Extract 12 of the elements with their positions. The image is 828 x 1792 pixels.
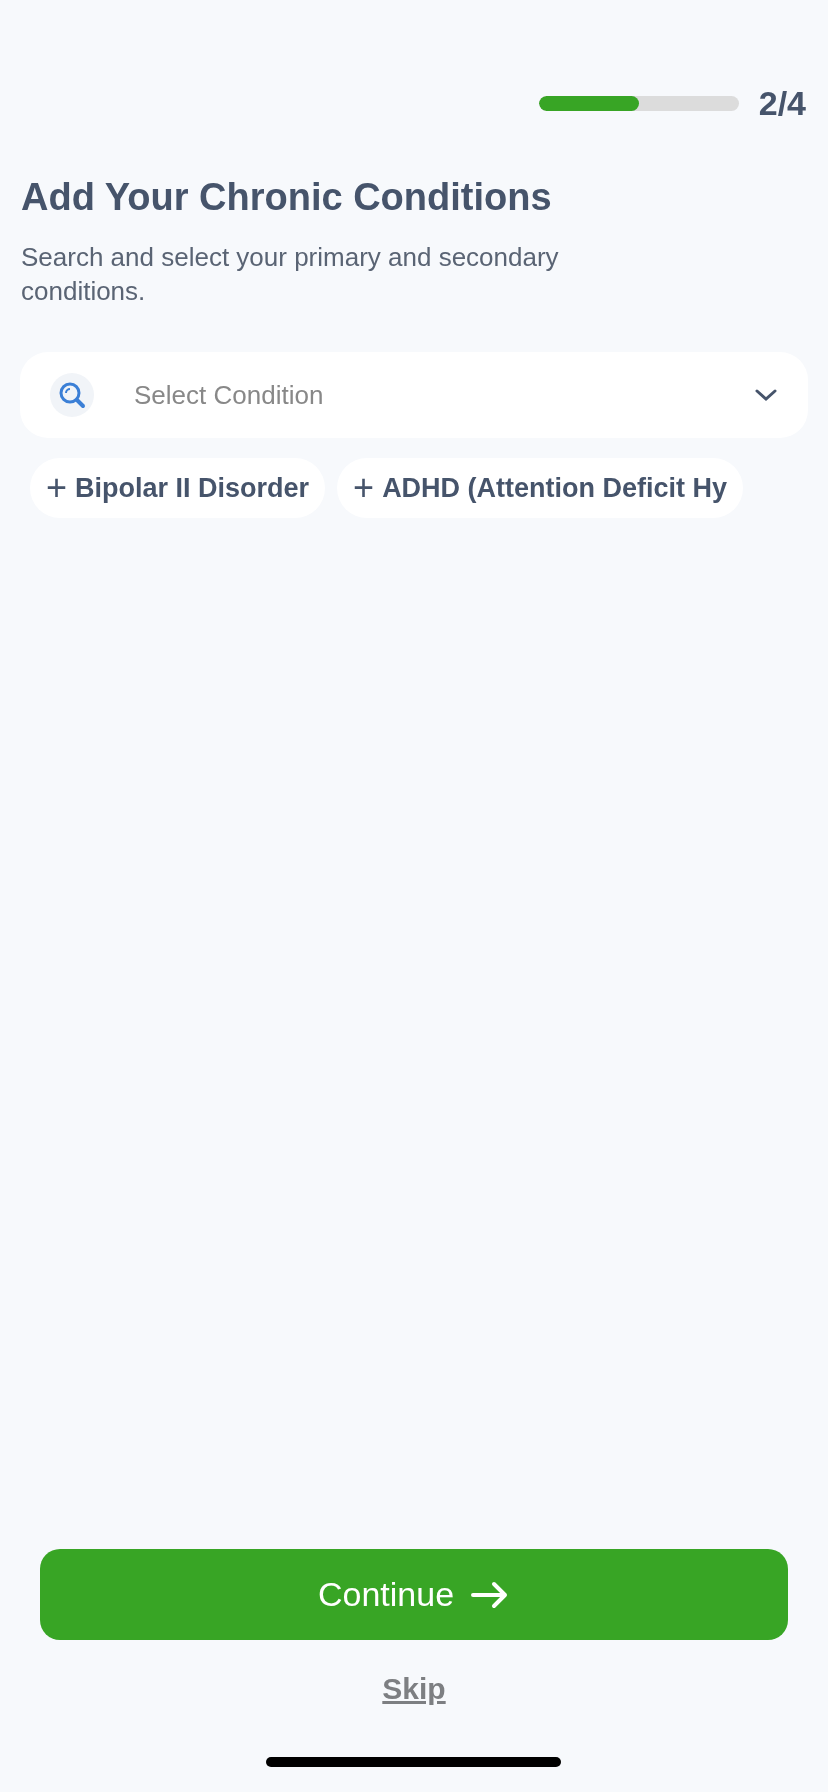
plus-icon: + (46, 470, 68, 506)
plus-icon: + (353, 470, 375, 506)
chevron-down-icon (754, 387, 778, 403)
page-title: Add Your Chronic Conditions (21, 175, 553, 220)
suggestion-chip[interactable]: + ADHD (Attention Deficit Hy (337, 458, 744, 518)
skip-link[interactable]: Skip (382, 1666, 446, 1711)
condition-select[interactable]: Select Condition (20, 352, 808, 438)
suggestion-chip[interactable]: + Bipolar II Disorder (30, 458, 326, 518)
search-icon (50, 373, 94, 417)
step-counter: 2/4 (758, 83, 806, 124)
page-subtitle: Search and select your primary and secondary conditions. (21, 241, 560, 308)
search-field[interactable]: Select Condition (134, 375, 754, 415)
